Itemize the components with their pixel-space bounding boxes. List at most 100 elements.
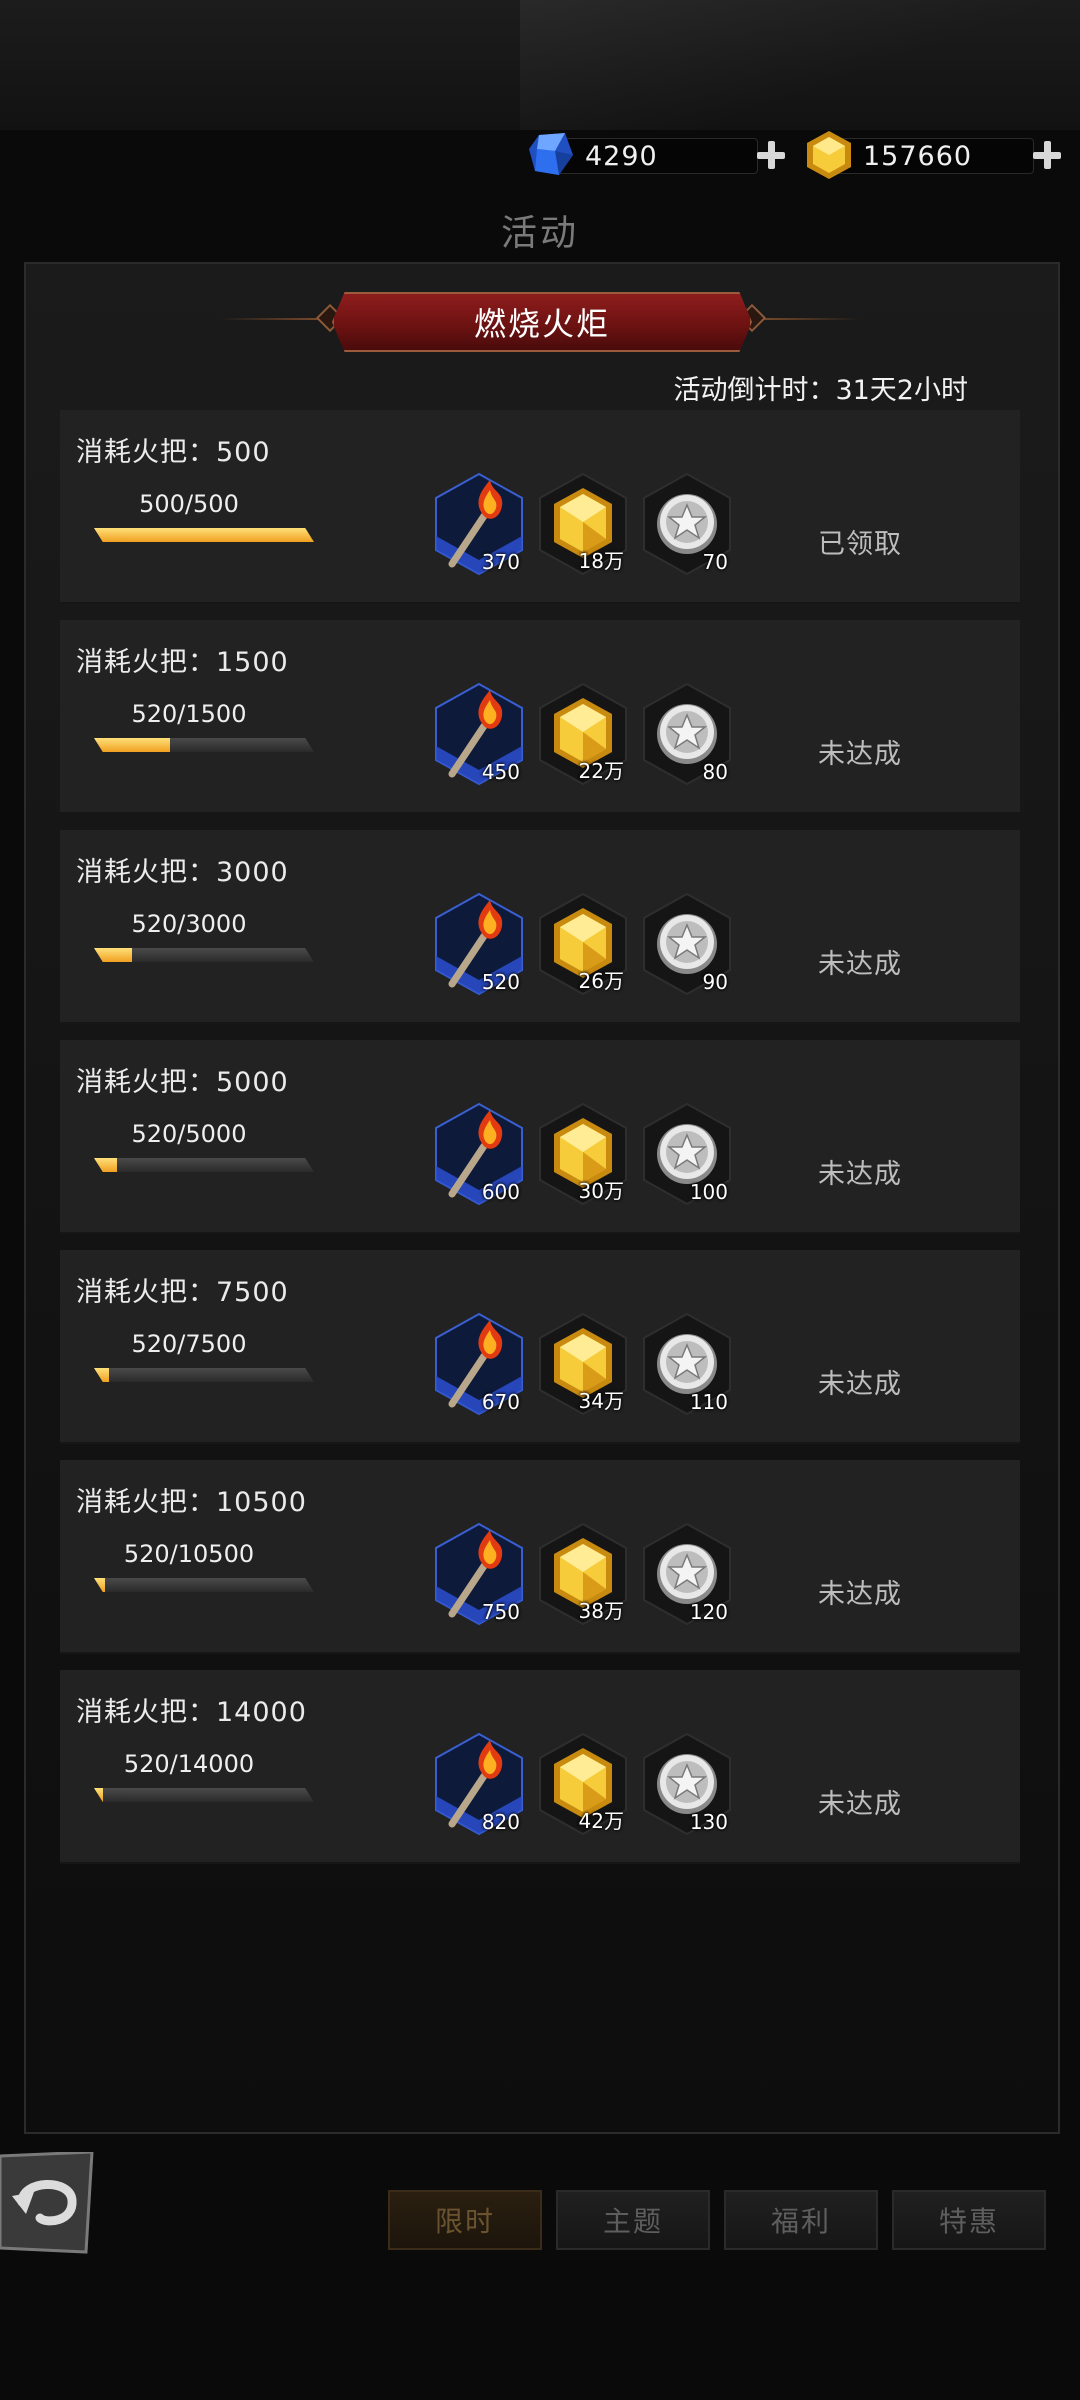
progress-bar — [94, 528, 314, 542]
progress-text: 520/5000 — [131, 1120, 247, 1148]
progress-bar-fill — [94, 738, 171, 752]
reward-count: 34万 — [578, 1389, 624, 1413]
milestone-row: 消耗火把：5000 520/5000 600 30万 100 未达成 — [60, 1040, 1020, 1234]
tab-label: 主题 — [602, 2205, 663, 2238]
gem-currency-box: 4290 — [529, 133, 758, 175]
silver-coin-reward[interactable]: 90 — [640, 892, 734, 996]
torch-reward[interactable]: 820 — [432, 1732, 526, 1836]
reward-count: 80 — [702, 760, 728, 784]
milestone-row: 消耗火把：7500 520/7500 670 34万 110 未达成 — [60, 1250, 1020, 1444]
tab-limited[interactable]: 限时 — [388, 2190, 542, 2250]
torch-reward[interactable]: 520 — [432, 892, 526, 996]
milestone-title: 消耗火把：10500 — [76, 1487, 307, 1518]
gold-gem-reward[interactable]: 38万 — [536, 1522, 630, 1626]
gold-gem-reward[interactable]: 34万 — [536, 1312, 630, 1416]
progress-bar — [94, 1788, 314, 1802]
torch-reward[interactable]: 600 — [432, 1102, 526, 1206]
reward-count: 22万 — [578, 759, 624, 783]
reward-count: 370 — [481, 550, 520, 574]
progress-bar-fill — [94, 948, 133, 962]
gold-gem-reward[interactable]: 22万 — [536, 682, 630, 786]
progress-bar — [94, 948, 314, 962]
torch-reward[interactable]: 370 — [432, 472, 526, 576]
page-title: 活动 — [500, 213, 579, 254]
claim-status[interactable]: 未达成 — [818, 1152, 902, 1191]
progress-text: 500/500 — [139, 490, 239, 518]
progress-text: 520/1500 — [131, 700, 247, 728]
progress-bar-fill — [94, 528, 314, 542]
blue-gem-icon — [529, 133, 573, 175]
progress-bar — [94, 1368, 314, 1382]
gem-currency: 4290 — [529, 133, 785, 176]
milestone-row: 消耗火把：10500 520/10500 750 38万 120 未达成 — [60, 1460, 1020, 1654]
claim-status[interactable]: 未达成 — [818, 1572, 902, 1611]
add-gems-button[interactable] — [754, 138, 788, 172]
event-banner: 燃烧火炬 — [332, 292, 752, 352]
gold-currency-box: 157660 — [807, 131, 1034, 179]
progress-text: 520/10500 — [123, 1540, 255, 1568]
reward-count: 18万 — [578, 549, 624, 573]
tab-theme[interactable]: 主题 — [556, 2190, 710, 2250]
reward-count: 42万 — [578, 1809, 624, 1833]
milestone-title: 消耗火把：1500 — [76, 647, 289, 678]
banner-line-left — [220, 318, 320, 320]
milestone-row: 消耗火把：500 500/500 370 18万 70 已领取 — [60, 410, 1020, 604]
progress-bar — [94, 738, 314, 752]
claim-status[interactable]: 未达成 — [818, 942, 902, 981]
event-title: 燃烧火炬 — [473, 305, 610, 343]
claim-status[interactable]: 已领取 — [818, 522, 902, 561]
back-button[interactable] — [0, 2152, 100, 2256]
banner-line-right — [760, 318, 860, 320]
gold-gem-reward[interactable]: 26万 — [536, 892, 630, 996]
claim-status[interactable]: 未达成 — [818, 1362, 902, 1401]
milestone-title: 消耗火把：14000 — [76, 1697, 307, 1728]
tab-special-offer[interactable]: 特惠 — [892, 2190, 1046, 2250]
progress-bar — [94, 1158, 314, 1172]
milestone-title: 消耗火把：3000 — [76, 857, 289, 888]
silver-coin-reward[interactable]: 100 — [640, 1102, 734, 1206]
tab-welfare[interactable]: 福利 — [724, 2190, 878, 2250]
progress-text: 520/3000 — [131, 910, 247, 938]
silver-coin-reward[interactable]: 70 — [640, 472, 734, 576]
reward-count: 750 — [481, 1600, 520, 1624]
reward-count: 600 — [481, 1180, 520, 1204]
progress-text: 520/7500 — [131, 1330, 247, 1358]
reward-count: 38万 — [578, 1599, 624, 1623]
reward-count: 120 — [689, 1600, 728, 1624]
reward-count: 130 — [689, 1810, 728, 1834]
milestone-title: 消耗火把：7500 — [76, 1277, 289, 1308]
torch-reward[interactable]: 450 — [432, 682, 526, 786]
progress-bar-fill — [94, 1368, 110, 1382]
top-background — [0, 0, 1080, 130]
reward-count: 70 — [702, 550, 728, 574]
claim-status[interactable]: 未达成 — [818, 732, 902, 771]
reward-count: 90 — [702, 970, 728, 994]
add-gold-button[interactable] — [1030, 138, 1064, 172]
silver-coin-reward[interactable]: 130 — [640, 1732, 734, 1836]
milestone-row: 消耗火把：3000 520/3000 520 26万 90 未达成 — [60, 830, 1020, 1024]
milestone-row: 消耗火把：14000 520/14000 820 42万 130 未达成 — [60, 1670, 1020, 1864]
progress-bar-fill — [94, 1788, 103, 1802]
progress-bar-fill — [94, 1578, 105, 1592]
reward-count: 30万 — [578, 1179, 624, 1203]
silver-coin-reward[interactable]: 80 — [640, 682, 734, 786]
reward-count: 100 — [689, 1180, 728, 1204]
reward-count: 670 — [481, 1390, 520, 1414]
claim-status[interactable]: 未达成 — [818, 1782, 902, 1821]
gold-gem-reward[interactable]: 30万 — [536, 1102, 630, 1206]
gold-gem-reward[interactable]: 18万 — [536, 472, 630, 576]
milestone-row: 消耗火把：1500 520/1500 450 22万 80 未达成 — [60, 620, 1020, 814]
tab-label: 限时 — [434, 2205, 495, 2238]
torch-reward[interactable]: 750 — [432, 1522, 526, 1626]
gold-gem-reward[interactable]: 42万 — [536, 1732, 630, 1836]
reward-count: 520 — [481, 970, 520, 994]
progress-text: 520/14000 — [123, 1750, 255, 1778]
torch-reward[interactable]: 670 — [432, 1312, 526, 1416]
milestone-title: 消耗火把：5000 — [76, 1067, 289, 1098]
reward-count: 26万 — [578, 969, 624, 993]
silver-coin-reward[interactable]: 110 — [640, 1312, 734, 1416]
reward-count: 110 — [689, 1390, 728, 1414]
progress-bar — [94, 1578, 314, 1592]
silver-coin-reward[interactable]: 120 — [640, 1522, 734, 1626]
reward-count: 820 — [481, 1810, 520, 1834]
